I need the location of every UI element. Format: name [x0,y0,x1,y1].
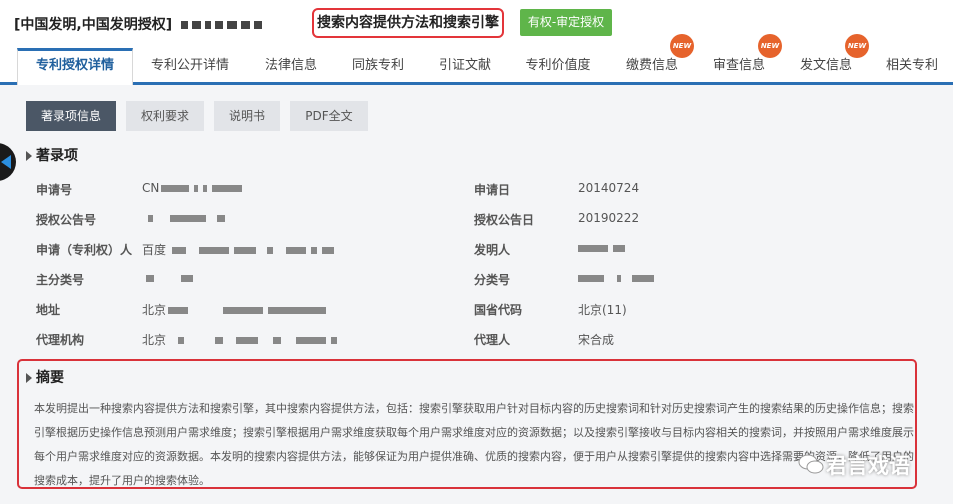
tab-grant-details[interactable]: 专利授权详情 [17,48,133,85]
section-title: 著录项 [36,148,78,164]
value-class [578,271,659,285]
patent-title: 搜索内容提供方法和搜索引擎 [312,8,504,38]
label-grant-pub-no: 授权公告号 [36,213,97,227]
collapse-sidebar-button[interactable] [0,143,16,181]
label-application-no: 申请号 [36,183,73,197]
arrow-left-icon [1,155,11,169]
tab-citations[interactable]: 引证文献 [426,48,504,82]
value-grant-pub-no [148,211,230,225]
patent-title-prefix: [中国发明,中国发明授权] [14,14,266,34]
watermark: 君言戏语 [826,454,910,478]
label-agent: 代理人 [474,333,511,347]
label-main-class: 主分类号 [36,273,85,287]
status-badge: 有权-审定授权 [520,9,612,36]
label-province-code: 国省代码 [474,303,523,317]
redacted-text [181,17,266,33]
label-agency: 代理机构 [36,333,85,347]
value-application-date: 20140724 [578,181,640,195]
section-bibliographic: 著录项 [26,145,78,165]
value-province-code: 北京(11) [578,303,627,317]
label-application-date: 申请日 [474,183,511,197]
subtab-claims[interactable]: 权利要求 [126,101,204,131]
abstract-text: 本发明提出一种搜索内容提供方法和搜索引擎，其中搜索内容提供方法，包括：搜索引擎获… [34,402,914,487]
label-inventor: 发明人 [474,243,511,257]
subtab-description[interactable]: 说明书 [214,101,280,131]
section-title: 摘要 [36,370,64,386]
value-main-class [146,271,198,285]
value-address: 北京 [142,301,331,318]
value-inventor [578,241,630,255]
tab-patent-value[interactable]: 专利价值度 [514,48,602,82]
detail-tabs: 专利授权详情 专利公开详情 法律信息 同族专利 引证文献 专利价值度 缴费信息 … [0,48,953,85]
tab-family-patents[interactable]: 同族专利 [340,48,416,82]
subtab-pdf[interactable]: PDF全文 [290,101,368,131]
triangle-right-icon [26,151,32,161]
value-agent: 宋合成 [578,333,615,347]
subtab-bibliographic[interactable]: 著录项信息 [26,101,116,131]
patent-type-label: [中国发明,中国发明授权] [14,17,173,33]
label-class: 分类号 [474,273,511,287]
section-abstract: 摘要 [26,367,64,387]
new-badge: NEW [845,34,869,58]
value-agency: 北京 [142,331,342,348]
chat-bubble-icon [798,454,824,474]
new-badge: NEW [670,34,694,58]
tab-publication-details[interactable]: 专利公开详情 [140,48,240,82]
value-application-no: CN [142,181,247,195]
label-applicant: 申请（专利权）人 [36,243,133,257]
tab-legal-info[interactable]: 法律信息 [252,48,330,82]
triangle-right-icon [26,373,32,383]
label-grant-pub-date: 授权公告日 [474,213,535,227]
value-applicant: 百度 [142,241,339,258]
new-badge: NEW [758,34,782,58]
value-grant-pub-date: 20190222 [578,211,640,225]
label-address: 地址 [36,303,61,317]
tab-related-patents[interactable]: 相关专利 [874,48,950,82]
page-header: [中国发明,中国发明授权] 搜索内容提供方法和搜索引擎 有权-审定授权 [0,0,953,48]
